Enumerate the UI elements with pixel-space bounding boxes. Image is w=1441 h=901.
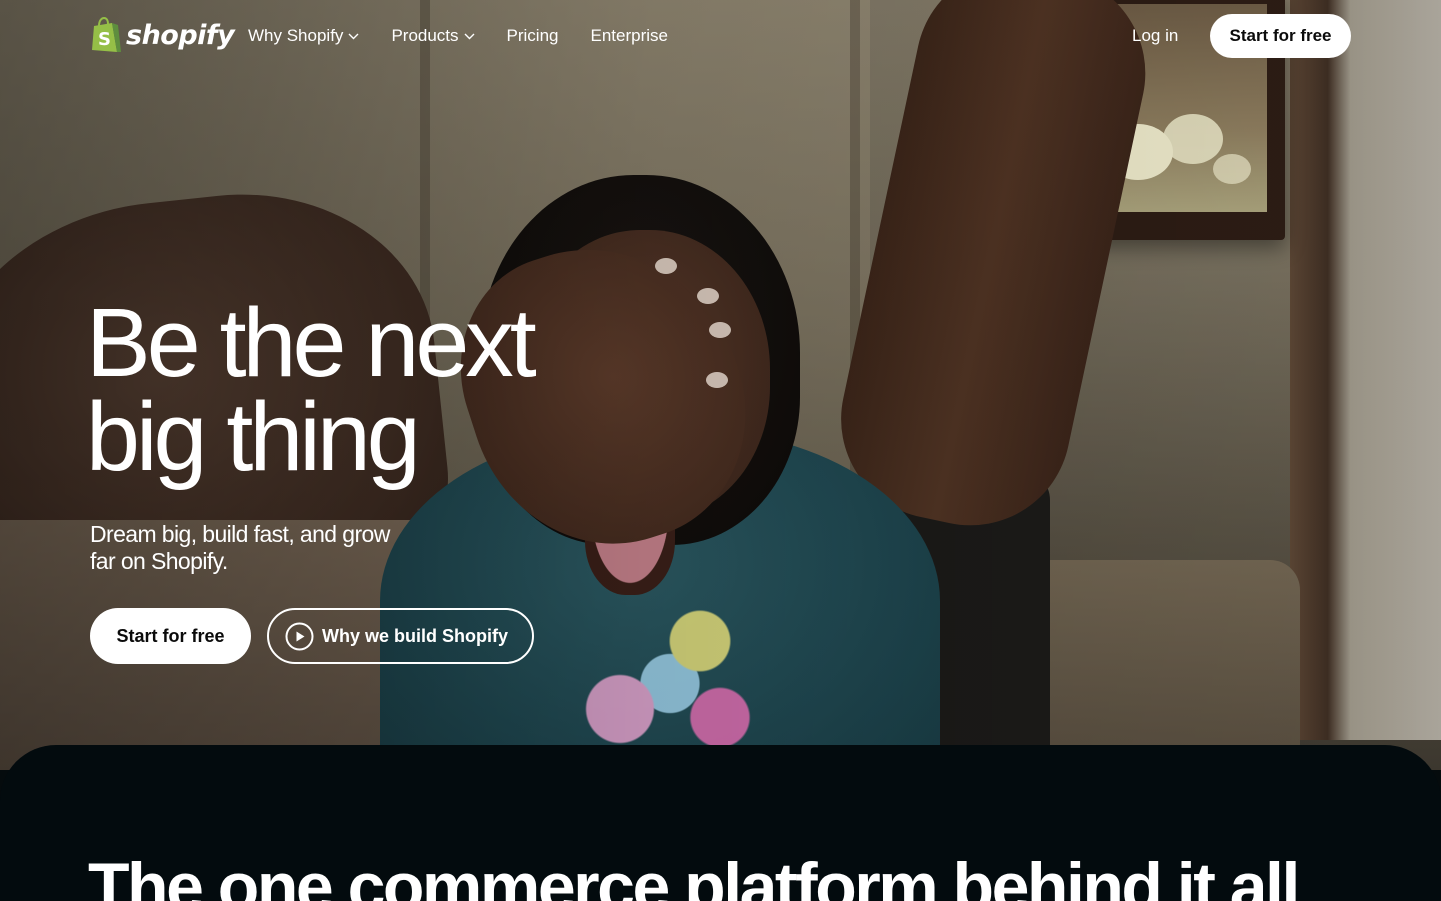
nav-item-products[interactable]: Products: [391, 25, 475, 47]
hero-headline: Be the next big thing: [86, 288, 646, 491]
shopify-bag-icon: S: [92, 17, 121, 52]
chevron-down-icon: [464, 33, 475, 39]
nav-item-label: Why Shopify: [248, 26, 344, 45]
play-circle-icon: [285, 622, 314, 650]
nav-item-label: Pricing: [506, 26, 559, 45]
svg-text:S: S: [98, 29, 111, 50]
hero-headline-line-1: Be the next: [86, 288, 537, 397]
primary-nav: Why Shopify Products Pricing Enterprise: [248, 25, 668, 47]
platform-section-title: The one commerce platform behind it all: [88, 849, 1300, 901]
hero-subhead: Dream big, build fast, and grow far on S…: [90, 521, 390, 574]
platform-section: The one commerce platform behind it all: [0, 745, 1441, 901]
nav-item-label: Products: [391, 26, 459, 45]
nav-item-why-shopify[interactable]: Why Shopify: [248, 25, 359, 47]
chevron-down-icon: [348, 33, 359, 39]
why-we-build-label: Why we build Shopify: [322, 625, 508, 646]
hero-start-free-button[interactable]: Start for free: [90, 608, 251, 664]
shopify-logo-link[interactable]: S shopify: [90, 17, 235, 54]
login-link[interactable]: Log in: [1132, 25, 1178, 47]
nav-item-label: Enterprise: [590, 26, 668, 45]
nav-start-free-button[interactable]: Start for free: [1210, 14, 1351, 58]
nav-item-enterprise[interactable]: Enterprise: [591, 25, 668, 47]
brand-name: shopify: [126, 20, 235, 51]
why-we-build-shopify-button[interactable]: Why we build Shopify: [267, 608, 534, 664]
hero-headline-line-2: big thing: [86, 382, 421, 491]
top-nav: S shopify Why Shopify Products Pricing E…: [0, 0, 1441, 72]
nav-item-pricing[interactable]: Pricing: [507, 25, 559, 47]
